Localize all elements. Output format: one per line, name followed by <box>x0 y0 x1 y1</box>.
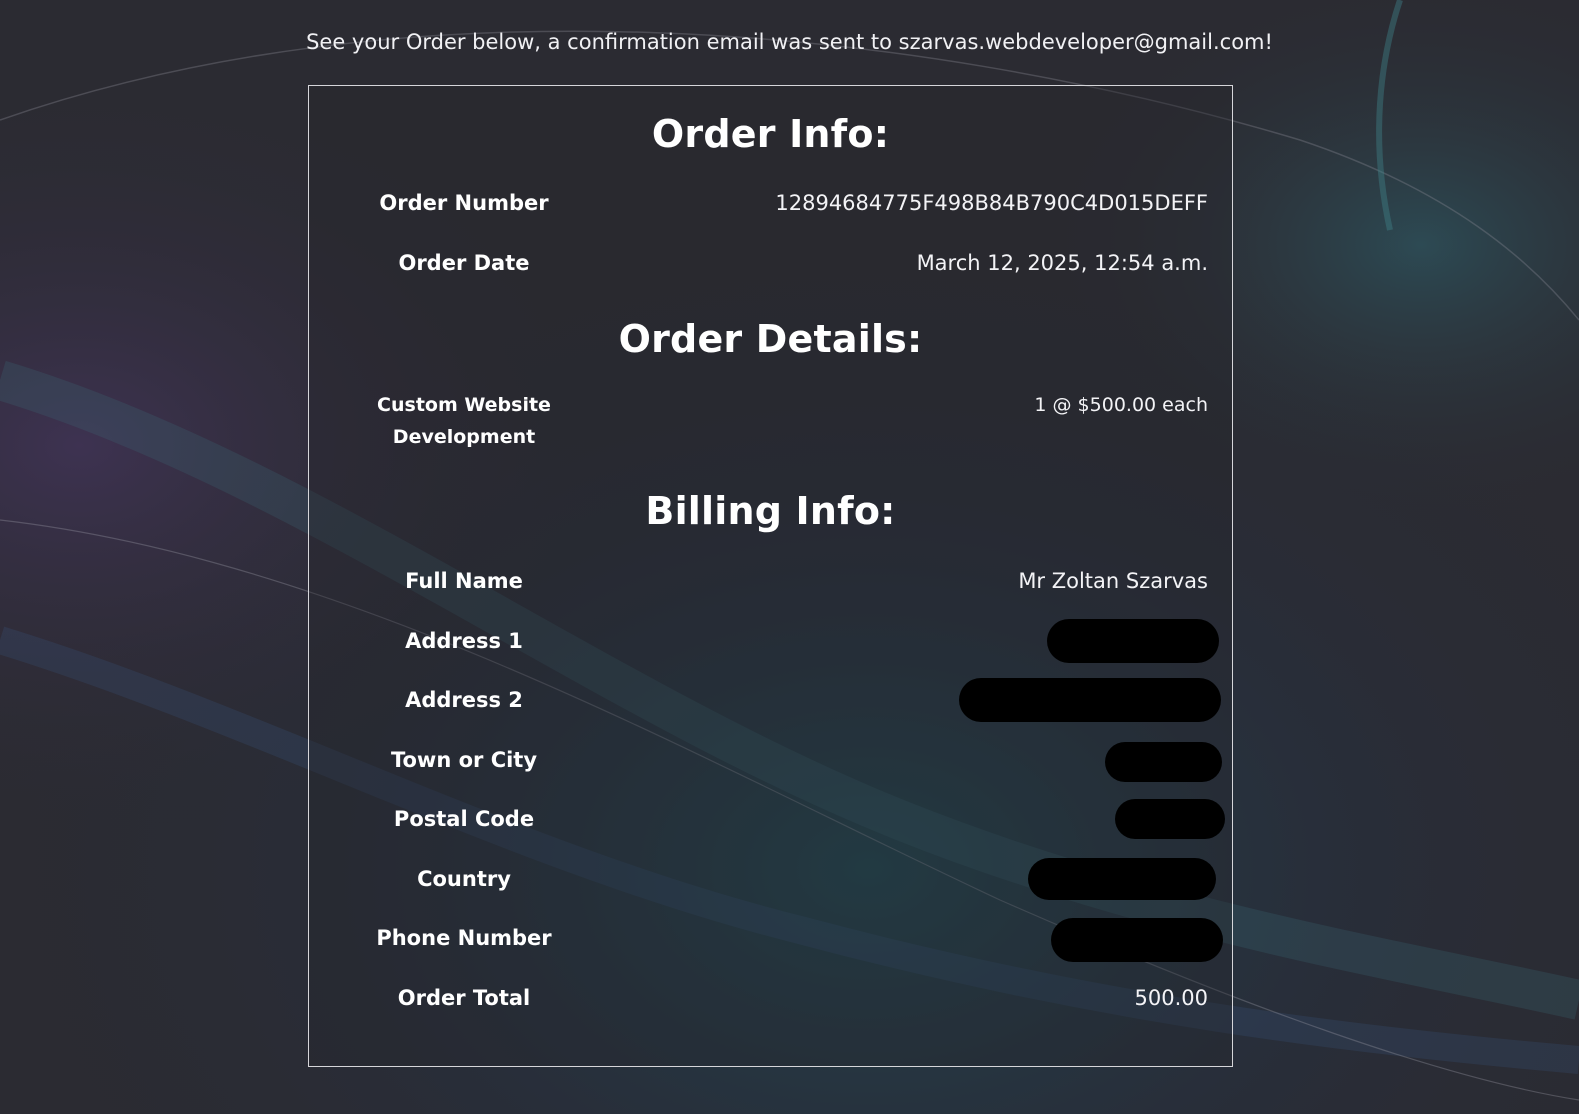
confirmation-notice: See your Order below, a confirmation ema… <box>306 30 1273 54</box>
order-info-heading: Order Info: <box>651 112 890 156</box>
country-redaction <box>1028 858 1216 900</box>
town-redaction <box>1105 742 1222 782</box>
order-date-value: March 12, 2025, 12:54 a.m. <box>916 251 1208 275</box>
order-total-value: 500.00 <box>1134 986 1208 1010</box>
address2-redaction <box>959 678 1221 722</box>
order-summary-card: Order Info: Order Number 12894684775F498… <box>308 85 1233 1067</box>
full-name-value: Mr Zoltan Szarvas <box>1018 569 1208 593</box>
address1-label: Address 1 <box>405 629 523 653</box>
order-details-heading: Order Details: <box>618 317 923 361</box>
address1-redaction <box>1047 619 1219 663</box>
item-name-line1: Custom Website <box>377 394 551 416</box>
order-number-value: 12894684775F498B84B790C4D015DEFF <box>775 191 1208 215</box>
order-confirmation-page: See your Order below, a confirmation ema… <box>0 0 1579 1114</box>
address2-label: Address 2 <box>405 688 523 712</box>
order-number-label: Order Number <box>379 191 549 215</box>
order-total-label: Order Total <box>397 986 531 1010</box>
town-label: Town or City <box>390 748 538 772</box>
item-quantity-price: 1 @ $500.00 each <box>1034 394 1208 416</box>
order-date-label: Order Date <box>398 251 530 275</box>
phone-number-label: Phone Number <box>376 926 552 950</box>
postal-code-label: Postal Code <box>393 807 535 831</box>
phone-number-redaction <box>1051 918 1223 962</box>
postal-code-redaction <box>1115 799 1225 839</box>
full-name-label: Full Name <box>405 569 523 593</box>
billing-info-heading: Billing Info: <box>645 489 896 533</box>
item-name-line2: Development <box>392 426 536 448</box>
country-label: Country <box>417 867 511 891</box>
